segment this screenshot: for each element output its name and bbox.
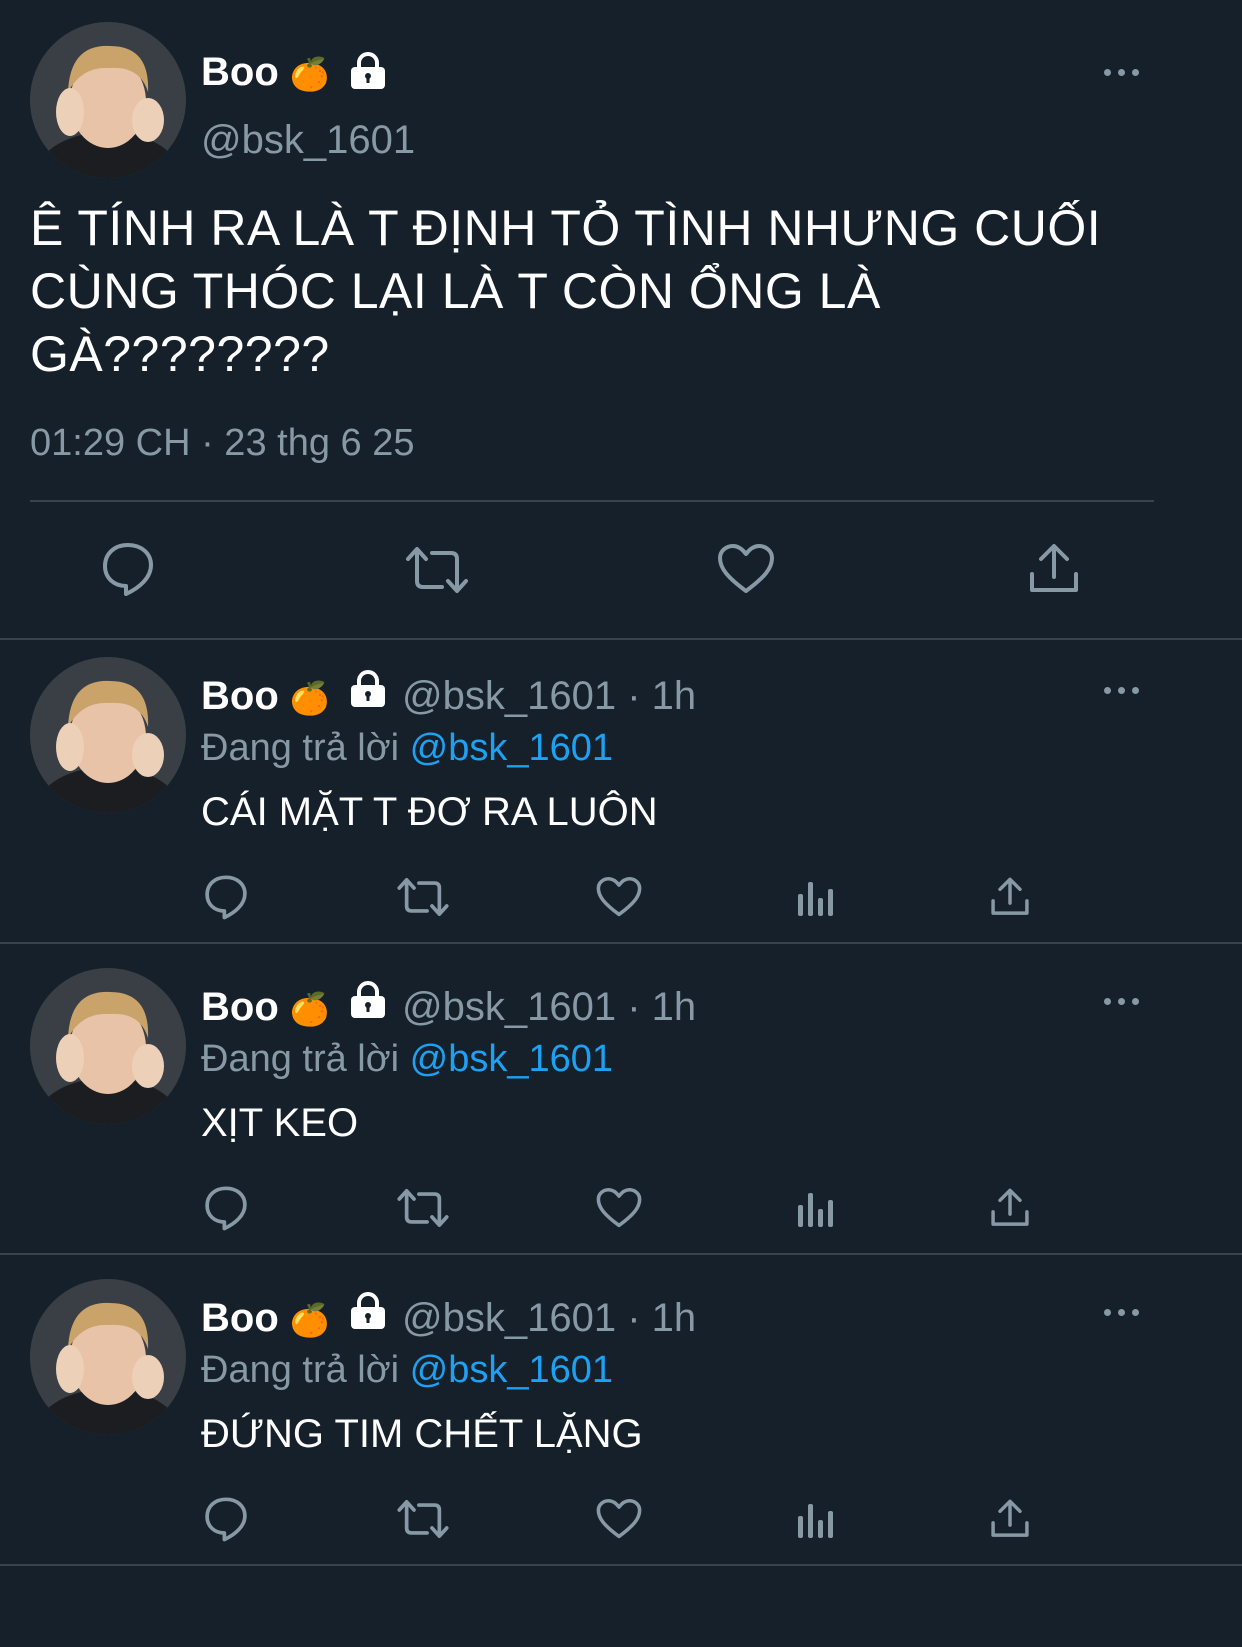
lock-icon — [348, 52, 388, 90]
like-icon[interactable] — [596, 1498, 642, 1540]
orange-emoji: 🍊 — [289, 56, 330, 92]
orange-emoji: 🍊 — [289, 680, 330, 716]
replying-to: Đang trả lời @bsk_1601 — [201, 1038, 614, 1080]
display-name[interactable]: Boo 🍊 — [201, 1296, 330, 1341]
like-icon[interactable] — [717, 543, 775, 595]
avatar[interactable] — [30, 968, 186, 1124]
divider — [0, 1564, 1242, 1566]
display-name[interactable]: Boo 🍊 — [201, 985, 330, 1030]
like-icon[interactable] — [596, 876, 642, 918]
share-icon[interactable] — [1028, 542, 1080, 596]
avatar[interactable] — [30, 22, 186, 178]
share-icon[interactable] — [990, 1187, 1030, 1229]
handle-time[interactable]: @bsk_1601 · 1h — [402, 985, 696, 1030]
divider — [30, 500, 1154, 502]
lock-icon — [348, 981, 388, 1019]
retweet-icon[interactable] — [396, 876, 450, 918]
lock-icon — [348, 670, 388, 708]
tweet-text: ĐỨNG TIM CHẾT LẶNG — [201, 1412, 643, 1456]
retweet-icon[interactable] — [396, 1498, 450, 1540]
mention-link[interactable]: @bsk_1601 — [410, 1038, 613, 1080]
like-icon[interactable] — [596, 1187, 642, 1229]
divider — [0, 638, 1242, 640]
more-icon[interactable] — [1104, 684, 1144, 696]
divider — [0, 942, 1242, 944]
reply-icon[interactable] — [203, 874, 249, 920]
orange-emoji: 🍊 — [289, 1302, 330, 1338]
handle-time[interactable]: @bsk_1601 · 1h — [402, 1296, 696, 1341]
reply-icon[interactable] — [203, 1185, 249, 1231]
timestamp[interactable]: 01:29 CH · 23 thg 6 25 — [30, 422, 414, 465]
mention-link[interactable]: @bsk_1601 — [410, 727, 613, 769]
avatar[interactable] — [30, 657, 186, 813]
share-icon[interactable] — [990, 1498, 1030, 1540]
retweet-icon[interactable] — [404, 545, 470, 595]
display-name[interactable]: Boo 🍊 — [201, 50, 330, 95]
display-name[interactable]: Boo 🍊 — [201, 674, 330, 719]
reply-icon[interactable] — [203, 1496, 249, 1542]
analytics-icon[interactable] — [797, 880, 835, 918]
analytics-icon[interactable] — [797, 1191, 835, 1229]
lock-icon — [348, 1292, 388, 1330]
analytics-icon[interactable] — [797, 1502, 835, 1540]
tweet-text: CÁI MẶT T ĐƠ RA LUÔN — [201, 790, 658, 834]
more-icon[interactable] — [1104, 66, 1144, 78]
replying-to: Đang trả lời @bsk_1601 — [201, 727, 614, 769]
handle[interactable]: @bsk_1601 — [201, 118, 415, 163]
reply-icon[interactable] — [101, 541, 155, 597]
mention-link[interactable]: @bsk_1601 — [410, 1349, 613, 1391]
share-icon[interactable] — [990, 876, 1030, 918]
more-icon[interactable] — [1104, 1306, 1144, 1318]
orange-emoji: 🍊 — [289, 991, 330, 1027]
tweet-text: Ê TÍNH RA LÀ T ĐỊNH TỎ TÌNH NHƯNG CUỐI C… — [30, 200, 1102, 382]
avatar[interactable] — [30, 1279, 186, 1435]
replying-to: Đang trả lời @bsk_1601 — [201, 1349, 614, 1391]
more-icon[interactable] — [1104, 995, 1144, 1007]
tweet-text: XỊT KEO — [201, 1101, 359, 1145]
handle-time[interactable]: @bsk_1601 · 1h — [402, 674, 696, 719]
divider — [0, 1253, 1242, 1255]
retweet-icon[interactable] — [396, 1187, 450, 1229]
